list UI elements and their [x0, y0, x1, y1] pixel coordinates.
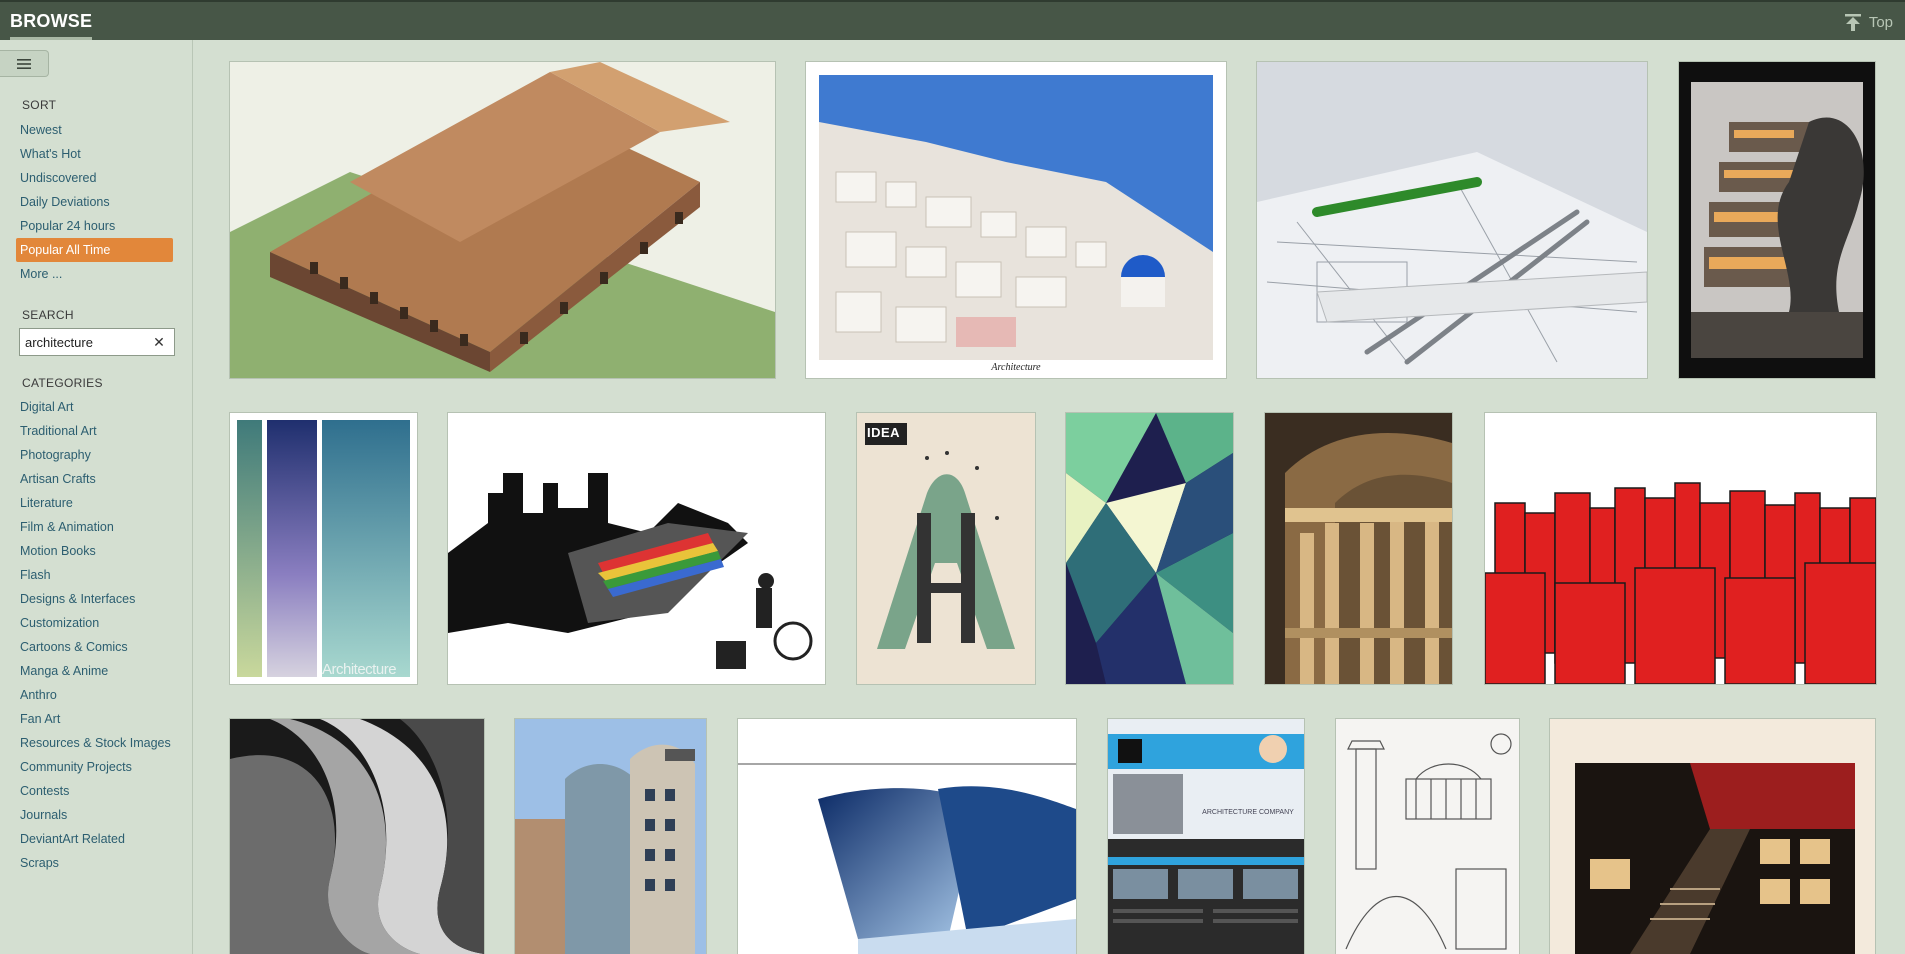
- letter-a-illustration-image: [857, 413, 1035, 684]
- menu-icon: [17, 58, 31, 69]
- sort-item[interactable]: Daily Deviations: [16, 190, 173, 214]
- sort-item[interactable]: More ...: [16, 262, 173, 286]
- sort-item[interactable]: Newest: [16, 118, 173, 142]
- thumbnail[interactable]: [230, 62, 775, 378]
- category-item[interactable]: Contests: [16, 779, 173, 803]
- category-item[interactable]: Journals: [16, 803, 173, 827]
- thumbnail[interactable]: [1336, 719, 1519, 954]
- thumbnail[interactable]: Architecture: [806, 62, 1226, 378]
- category-item[interactable]: Resources & Stock Images: [16, 731, 173, 755]
- thumbnail[interactable]: [1265, 413, 1452, 684]
- sidebar: SORT Newest What's Hot Undiscovered Daily D…: [0, 40, 193, 954]
- categories-title: CATEGORIES: [22, 376, 103, 390]
- thumbnail[interactable]: [1066, 413, 1233, 684]
- thumbnail[interactable]: [1257, 62, 1647, 378]
- category-item[interactable]: Photography: [16, 443, 173, 467]
- dancing-house-image: [515, 719, 706, 954]
- modern-building-image: [1679, 62, 1875, 378]
- category-item[interactable]: DeviantArt Related: [16, 827, 173, 851]
- night-building-photo-image: [1550, 719, 1875, 954]
- building-sketch-image: [230, 62, 775, 378]
- geometric-pattern-image: [1066, 413, 1233, 684]
- santorini-photo-image: [806, 62, 1226, 378]
- top-link[interactable]: Top: [1843, 12, 1893, 32]
- drafting-tools-image: [1257, 62, 1647, 378]
- sort-title: SORT: [22, 98, 57, 112]
- thumbnail-caption: IDEA: [867, 425, 901, 440]
- thumbnail[interactable]: IDEA: [857, 413, 1035, 684]
- top-bar: BROWSE Top: [0, 0, 1905, 40]
- thumbnail[interactable]: [230, 719, 484, 954]
- thumbnail[interactable]: Architecture: [230, 413, 417, 684]
- thumbnail[interactable]: [738, 719, 1076, 954]
- category-item[interactable]: Flash: [16, 563, 173, 587]
- clear-search-icon[interactable]: ✕: [148, 334, 170, 351]
- category-item[interactable]: Community Projects: [16, 755, 173, 779]
- search-box: ✕: [19, 328, 175, 356]
- thumbnail[interactable]: [1550, 719, 1875, 954]
- search-input[interactable]: [20, 334, 148, 350]
- thumbnail[interactable]: [1485, 413, 1876, 684]
- category-item[interactable]: Customization: [16, 611, 173, 635]
- sort-item[interactable]: Popular All Time: [16, 238, 173, 262]
- page-title: BROWSE: [10, 11, 93, 40]
- category-item[interactable]: Motion Books: [16, 539, 173, 563]
- classical-columns-sketch-image: [1336, 719, 1519, 954]
- category-item[interactable]: Manga & Anime: [16, 659, 173, 683]
- thumbnail[interactable]: ARCHITECTURE COMPANY: [1108, 719, 1304, 954]
- category-item[interactable]: Literature: [16, 491, 173, 515]
- sidebar-toggle-button[interactable]: [0, 50, 49, 77]
- sort-list: Newest What's Hot Undiscovered Daily Deviat…: [16, 118, 173, 286]
- thumbnail-caption: ARCHITECTURE COMPANY: [1202, 809, 1294, 816]
- architecture-poster-image: [230, 413, 417, 684]
- category-item[interactable]: Scraps: [16, 851, 173, 875]
- top-label: Top: [1868, 13, 1893, 31]
- thumbnail[interactable]: [1679, 62, 1875, 378]
- sort-item[interactable]: What's Hot: [16, 142, 173, 166]
- categories-list: Digital Art Traditional Art Photography Art…: [16, 395, 173, 875]
- thumbnail[interactable]: [515, 719, 706, 954]
- search-title: SEARCH: [22, 308, 74, 322]
- category-item[interactable]: Fan Art: [16, 707, 173, 731]
- thumbnail-caption: Architecture: [991, 362, 1041, 373]
- curved-facade-image: [230, 719, 484, 954]
- classical-building-image: [1265, 413, 1452, 684]
- abstract-blue-structure-image: [738, 719, 1076, 954]
- category-item[interactable]: Anthro: [16, 683, 173, 707]
- category-item[interactable]: Designs & Interfaces: [16, 587, 173, 611]
- category-item[interactable]: Film & Animation: [16, 515, 173, 539]
- arrow-up-icon: [1844, 14, 1861, 31]
- category-item[interactable]: Traditional Art: [16, 419, 173, 443]
- red-blocks-image: [1485, 413, 1876, 684]
- category-item[interactable]: Digital Art: [16, 395, 173, 419]
- sort-item[interactable]: Popular 24 hours: [16, 214, 173, 238]
- category-item[interactable]: Artisan Crafts: [16, 467, 173, 491]
- thumbnail[interactable]: [448, 413, 825, 684]
- category-item[interactable]: Cartoons & Comics: [16, 635, 173, 659]
- city-splash-image: [448, 413, 825, 684]
- thumbnail-caption: Architecture: [322, 661, 397, 678]
- sort-item[interactable]: Undiscovered: [16, 166, 173, 190]
- company-website-template-image: [1108, 719, 1304, 954]
